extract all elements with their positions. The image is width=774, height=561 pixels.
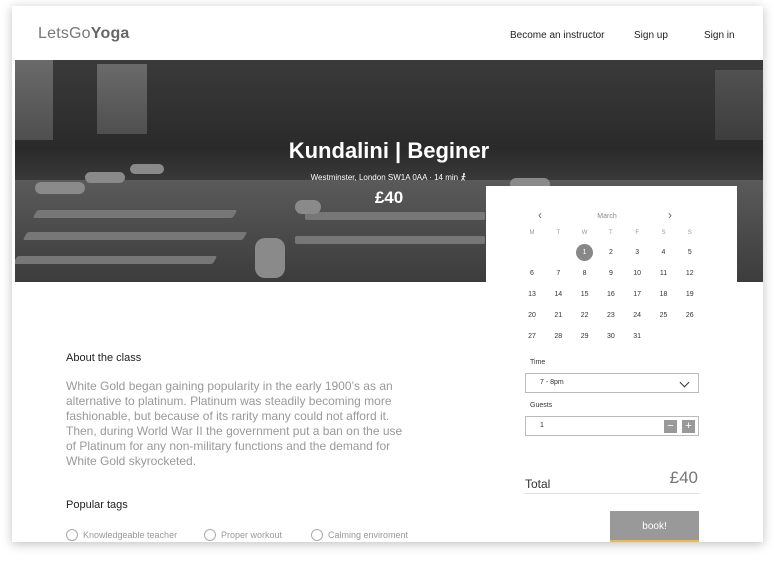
time-label: Time <box>530 359 546 366</box>
tag-item[interactable]: Calming enviroment <box>311 529 408 541</box>
weekday-label: F <box>635 230 640 236</box>
app-window: LetsGoYoga Become an instructor Sign up … <box>12 6 763 542</box>
time-select[interactable]: 7 - 8pm <box>525 373 699 393</box>
about-heading: About the class <box>66 352 142 364</box>
calendar-day-selected[interactable]: 1 <box>576 244 594 261</box>
weekday-label: W <box>581 230 588 236</box>
dumbbell-icon <box>204 529 216 541</box>
total-label: Total <box>525 477 551 491</box>
calendar-day[interactable]: 27 <box>522 328 542 345</box>
calendar-day[interactable]: 20 <box>522 307 542 324</box>
calendar-day[interactable]: 24 <box>627 307 647 324</box>
guests-label: Guests <box>530 402 553 409</box>
calendar-day[interactable]: 21 <box>548 307 568 324</box>
divider <box>525 493 699 494</box>
tags-heading: Popular tags <box>66 499 128 511</box>
walking-icon <box>460 173 467 181</box>
total-value: £40 <box>669 468 698 487</box>
calendar-day[interactable]: 29 <box>575 328 595 345</box>
calendar-day[interactable]: 3 <box>627 244 647 261</box>
weekday-label: S <box>661 230 666 236</box>
weekday-label: T <box>609 230 613 236</box>
calendar-day[interactable]: 12 <box>680 265 700 282</box>
location-text: Westminster, London SW1A 0AA · 14 min <box>310 173 459 182</box>
calendar-day[interactable]: 13 <box>522 286 542 303</box>
calendar-day[interactable]: 26 <box>680 307 700 324</box>
top-nav: LetsGoYoga Become an instructor Sign up … <box>12 6 763 60</box>
logo-light: LetsGo <box>38 25 91 42</box>
logo-bold: Yoga <box>90 25 130 42</box>
calendar-day[interactable]: 18 <box>654 286 674 303</box>
tag-item[interactable]: Proper workout <box>204 529 282 541</box>
guests-stepper[interactable]: 1 − + <box>525 416 699 436</box>
booking-panel: ‹ March › M T W T F S S 1 2 3 4 5 6 7 8 9 10 11 12 13 14 15 16… <box>486 186 737 542</box>
calendar-day[interactable]: 11 <box>654 265 674 282</box>
book-button[interactable]: book! <box>610 511 699 542</box>
calendar-day[interactable]: 10 <box>627 265 647 282</box>
calendar-day[interactable]: 22 <box>575 307 595 324</box>
calendar-day[interactable]: 14 <box>548 286 568 303</box>
calendar-day[interactable]: 19 <box>680 286 700 303</box>
tag-label: Proper workout <box>221 530 283 540</box>
calendar-month: March <box>597 213 617 220</box>
guests-increment-button[interactable]: + <box>682 420 695 433</box>
tag-label: Calming enviroment <box>328 530 409 540</box>
calendar-day[interactable]: 4 <box>654 244 674 261</box>
calendar-day[interactable]: 25 <box>654 307 674 324</box>
chat-icon <box>66 529 78 541</box>
calendar-day[interactable]: 7 <box>548 265 568 282</box>
calendar-day[interactable]: 9 <box>601 265 621 282</box>
calendar-next-button[interactable]: › <box>668 208 672 222</box>
tag-item[interactable]: Knowledgeable teacher <box>66 529 177 541</box>
guests-decrement-button[interactable]: − <box>664 420 677 433</box>
nav-sign-in[interactable]: Sign in <box>704 30 735 41</box>
about-text: White Gold began gaining popularity in t… <box>66 379 403 468</box>
calendar-day[interactable]: 28 <box>548 328 568 345</box>
calendar-day[interactable]: 17 <box>627 286 647 303</box>
nav-sign-up[interactable]: Sign up <box>634 30 668 41</box>
weekday-label: T <box>556 230 561 236</box>
calendar-day[interactable]: 5 <box>680 244 700 261</box>
calendar-day[interactable]: 15 <box>575 286 595 303</box>
logo[interactable]: LetsGoYoga <box>38 25 130 43</box>
calendar-day[interactable]: 16 <box>601 286 621 303</box>
nav-become-instructor[interactable]: Become an instructor <box>510 30 605 41</box>
calendar-day[interactable]: 8 <box>575 265 595 282</box>
weekday-label: M <box>529 230 535 236</box>
class-location: Westminster, London SW1A 0AA · 14 min <box>15 173 763 182</box>
calendar-day[interactable]: 6 <box>522 265 542 282</box>
calendar-day[interactable]: 23 <box>601 307 621 324</box>
guests-value: 1 <box>540 422 544 429</box>
calendar-day[interactable]: 31 <box>627 328 647 345</box>
class-title: Kundalini | Beginer <box>288 138 490 163</box>
tag-label: Knowledgeable teacher <box>83 530 178 540</box>
calendar-day[interactable]: 30 <box>601 328 621 345</box>
time-value: 7 - 8pm <box>540 379 564 386</box>
calendar-day[interactable]: 2 <box>601 244 621 261</box>
weekday-label: S <box>687 230 692 236</box>
chevron-down-icon <box>679 377 690 388</box>
leaf-icon <box>311 529 323 541</box>
